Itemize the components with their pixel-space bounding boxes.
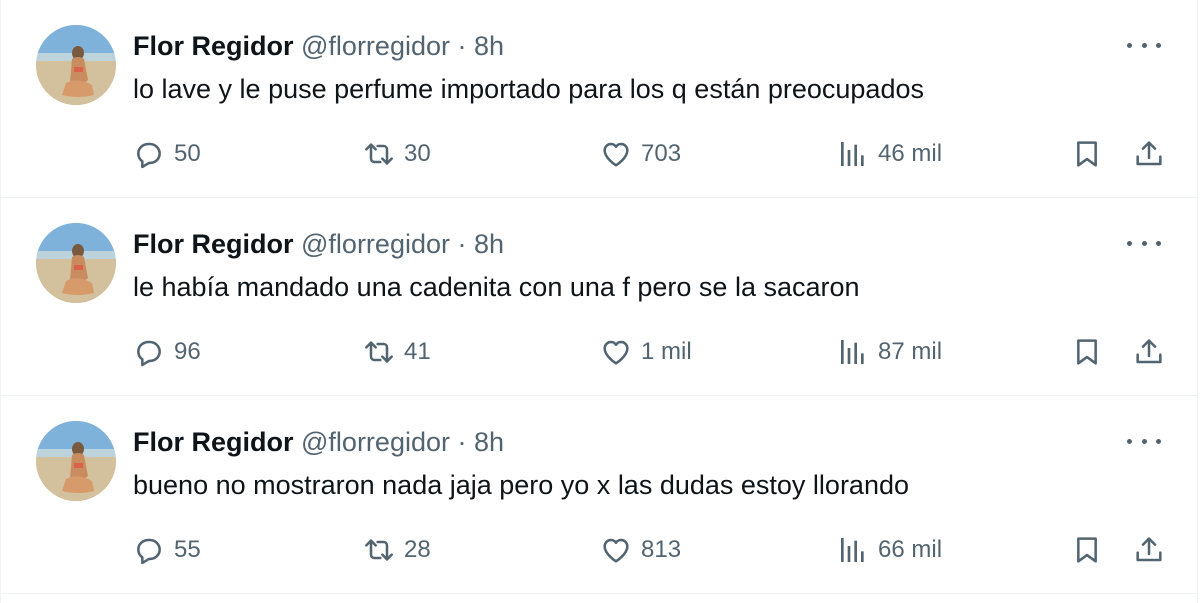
retweet-button[interactable]: 30 (363, 134, 431, 174)
author-name[interactable]: Flor Regidor (133, 31, 294, 61)
like-icon (603, 538, 629, 563)
header-separator: · (457, 229, 467, 259)
like-count: 813 (641, 536, 682, 563)
more-icon[interactable] (1127, 234, 1161, 252)
retweet-button[interactable]: 41 (363, 332, 431, 372)
tweet[interactable]: Flor Regidor @florregidor · 8h bueno no … (1, 396, 1197, 594)
tweet-header: Flor Regidor @florregidor · 8h (133, 426, 504, 458)
like-button[interactable]: 703 (600, 134, 681, 174)
tweet-actions: 55 28 813 66 mil (133, 530, 1169, 570)
tweet-text: bueno no mostraron nada jaja pero yo x l… (133, 470, 909, 500)
views-count: 66 mil (878, 536, 943, 563)
bookmark-icon (1077, 537, 1097, 563)
tweet-time[interactable]: 8h (474, 229, 504, 259)
views-button[interactable]: 66 mil (837, 530, 942, 570)
header-separator: · (457, 31, 467, 61)
views-count: 87 mil (878, 338, 943, 365)
author-name[interactable]: Flor Regidor (133, 229, 294, 259)
views-button[interactable]: 46 mil (837, 134, 942, 174)
retweet-count: 30 (404, 140, 431, 167)
views-button[interactable]: 87 mil (837, 332, 942, 372)
author-handle[interactable]: @florregidor (301, 427, 450, 457)
retweet-icon (365, 539, 393, 561)
reply-button[interactable]: 55 (133, 530, 201, 570)
bookmark-button[interactable] (1071, 332, 1103, 372)
retweet-button[interactable]: 28 (363, 530, 431, 570)
share-button[interactable] (1133, 332, 1165, 372)
more-icon[interactable] (1127, 432, 1161, 450)
reply-count: 50 (174, 140, 201, 167)
like-count: 1 mil (641, 338, 692, 365)
reply-icon (137, 538, 161, 565)
header-separator: · (457, 427, 467, 457)
author-handle[interactable]: @florregidor (301, 31, 450, 61)
tweet-header: Flor Regidor @florregidor · 8h (133, 30, 504, 62)
retweet-count: 28 (404, 536, 431, 563)
tweet-time[interactable]: 8h (474, 427, 504, 457)
tweet-text: lo lave y le puse perfume importado para… (133, 74, 924, 104)
views-icon (841, 538, 864, 562)
tweet-time[interactable]: 8h (474, 31, 504, 61)
reply-icon (137, 142, 161, 169)
reply-count: 55 (174, 536, 201, 563)
reply-count: 96 (174, 338, 201, 365)
avatar[interactable] (36, 25, 116, 105)
share-button[interactable] (1133, 134, 1165, 174)
avatar[interactable] (36, 421, 116, 501)
share-icon (1136, 141, 1162, 166)
like-icon (603, 340, 629, 365)
retweet-icon (365, 143, 393, 165)
reply-button[interactable]: 50 (133, 134, 201, 174)
share-icon (1136, 339, 1162, 364)
author-handle[interactable]: @florregidor (301, 229, 450, 259)
views-icon (841, 142, 864, 166)
bookmark-button[interactable] (1071, 134, 1103, 174)
tweet-header: Flor Regidor @florregidor · 8h (133, 228, 504, 260)
bookmark-icon (1077, 141, 1097, 167)
views-icon (841, 340, 864, 364)
share-button[interactable] (1133, 530, 1165, 570)
more-icon[interactable] (1127, 36, 1161, 54)
bookmark-button[interactable] (1071, 530, 1103, 570)
tweet-text: le había mandado una cadenita con una f … (133, 272, 860, 302)
retweet-icon (365, 341, 393, 363)
like-button[interactable]: 813 (600, 530, 681, 570)
tweet[interactable]: Flor Regidor @florregidor · 8h le había … (1, 198, 1197, 396)
bookmark-icon (1077, 339, 1097, 365)
retweet-count: 41 (404, 338, 431, 365)
like-button[interactable]: 1 mil (600, 332, 692, 372)
reply-icon (137, 340, 161, 367)
like-count: 703 (641, 140, 682, 167)
reply-button[interactable]: 96 (133, 332, 201, 372)
tweet-actions: 96 41 1 mil 87 mil (133, 332, 1169, 372)
author-name[interactable]: Flor Regidor (133, 427, 294, 457)
views-count: 46 mil (878, 140, 943, 167)
share-icon (1136, 537, 1162, 562)
tweet[interactable]: Flor Regidor @florregidor · 8h lo lave y… (1, 0, 1197, 198)
avatar[interactable] (36, 223, 116, 303)
timeline-feed: Flor Regidor @florregidor · 8h lo lave y… (0, 0, 1198, 603)
like-icon (603, 142, 629, 167)
tweet-actions: 50 30 703 46 mil (133, 134, 1169, 174)
